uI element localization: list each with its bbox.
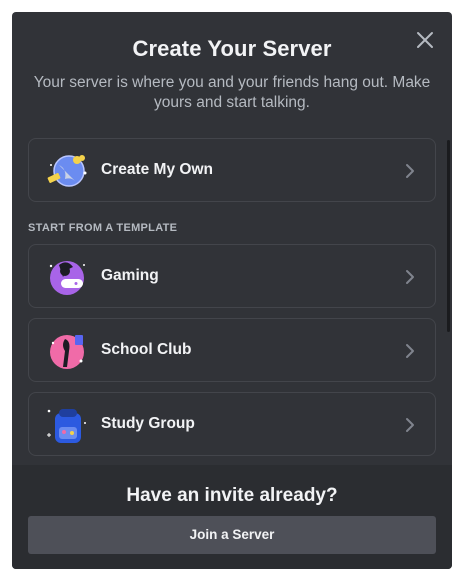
template-label: School Club — [101, 341, 192, 358]
template-option-school-club[interactable]: School Club — [28, 318, 436, 382]
template-label: Study Group — [101, 415, 195, 432]
template-option-gaming[interactable]: Gaming — [28, 244, 436, 308]
section-label-template: START FROM A TEMPLATE — [28, 222, 178, 234]
create-my-own-option[interactable]: Create My Own — [28, 138, 436, 202]
footer-title: Have an invite already? — [126, 485, 338, 506]
modal-title: Create Your Server — [132, 36, 332, 61]
chevron-right-icon — [405, 343, 415, 359]
scrollbar[interactable] — [447, 140, 450, 332]
gaming-icon — [45, 257, 89, 297]
study-group-icon — [45, 405, 89, 445]
template-option-study-group[interactable]: Study Group — [28, 392, 436, 456]
modal-footer: Have an invite already? Join a Server — [12, 465, 452, 569]
join-server-button[interactable]: Join a Server — [28, 516, 436, 554]
create-my-own-label: Create My Own — [101, 161, 213, 178]
school-club-icon — [45, 331, 89, 371]
globe-create-icon — [45, 151, 89, 191]
chevron-right-icon — [405, 417, 415, 433]
modal-subtitle: Your server is where you and your friend… — [33, 74, 431, 111]
template-label: Gaming — [101, 267, 159, 284]
chevron-right-icon — [405, 269, 415, 285]
chevron-right-icon — [405, 163, 415, 179]
create-server-modal: Create Your Server Your server is where … — [12, 12, 452, 569]
